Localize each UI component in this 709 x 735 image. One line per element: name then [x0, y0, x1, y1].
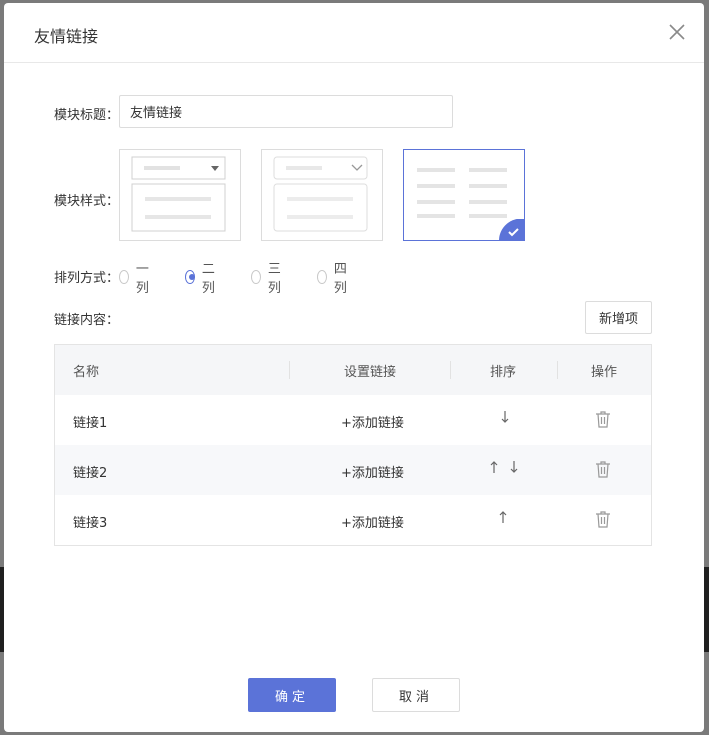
friend-links-dialog: 友情链接 模块标题： 模块样式：: [4, 3, 704, 732]
radio-circle: [119, 270, 129, 284]
module-title-label: 模块标题：: [54, 108, 120, 123]
dialog-title: 友情链接: [34, 27, 99, 46]
radio-label: 一列: [135, 262, 149, 296]
radio-four-column[interactable]: 四列: [317, 262, 351, 296]
move-down-icon[interactable]: [509, 459, 519, 475]
delete-icon[interactable]: [595, 410, 611, 428]
radio-circle: [185, 270, 195, 284]
dialog-header: 友情链接: [4, 3, 704, 63]
radio-circle: [251, 270, 261, 284]
confirm-button[interactable]: 确定: [248, 678, 336, 712]
table-row: 链接3 +添加链接: [55, 495, 651, 545]
column-header-link: 设置链接: [344, 365, 397, 380]
column-divider: [450, 361, 451, 379]
cancel-button[interactable]: 取消: [372, 678, 460, 712]
link-name: 链接2: [73, 466, 108, 481]
selected-check-icon: [499, 219, 525, 241]
close-icon[interactable]: [668, 23, 686, 41]
column-header-actions: 操作: [591, 365, 618, 380]
radio-two-column[interactable]: 二列: [185, 262, 219, 296]
radio-label: 二列: [201, 262, 215, 296]
style-option-dropdown-expanded[interactable]: [119, 149, 241, 241]
style-option-two-column[interactable]: [403, 149, 525, 241]
column-divider: [289, 361, 290, 379]
radio-three-column[interactable]: 三列: [251, 262, 285, 296]
add-item-button[interactable]: 新增项: [585, 301, 652, 334]
radio-circle: [317, 270, 327, 284]
delete-icon[interactable]: [595, 510, 611, 528]
link-name: 链接1: [73, 416, 108, 431]
column-header-name: 名称: [73, 365, 100, 380]
link-name: 链接3: [73, 516, 108, 531]
add-link-button[interactable]: +添加链接: [341, 512, 404, 531]
module-style-label: 模块样式：: [54, 194, 120, 209]
move-up-icon[interactable]: [498, 509, 508, 525]
dropdown-collapsed-preview: [273, 156, 368, 232]
column-header-sort: 排序: [490, 365, 517, 380]
style-option-dropdown-collapsed[interactable]: [261, 149, 383, 241]
column-divider: [557, 361, 558, 379]
move-down-icon[interactable]: [500, 409, 510, 425]
move-up-icon[interactable]: [489, 459, 499, 475]
table-row: 链接2 +添加链接: [55, 445, 651, 495]
links-table: 名称 设置链接 排序 操作 链接1 +添加链接 链接2 +添加链接 链接3 +添…: [54, 344, 652, 546]
table-row: 链接1 +添加链接: [55, 395, 651, 445]
radio-one-column[interactable]: 一列: [119, 262, 153, 296]
add-link-button[interactable]: +添加链接: [341, 462, 404, 481]
table-header: 名称 设置链接 排序 操作: [55, 345, 651, 395]
layout-label: 排列方式：: [54, 271, 120, 286]
radio-label: 三列: [267, 262, 281, 296]
module-title-input[interactable]: [119, 95, 453, 128]
add-link-button[interactable]: +添加链接: [341, 412, 404, 431]
links-content-label: 链接内容：: [54, 313, 120, 328]
dropdown-expanded-preview: [131, 156, 226, 232]
delete-icon[interactable]: [595, 460, 611, 478]
radio-label: 四列: [333, 262, 347, 296]
